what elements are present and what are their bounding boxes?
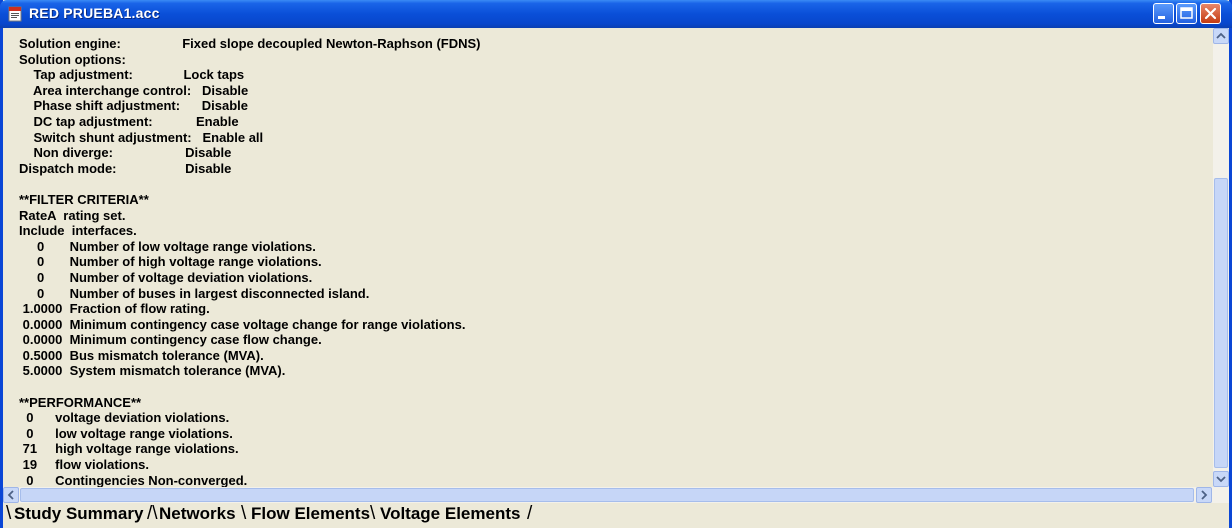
document-icon[interactable] [7, 6, 23, 22]
report-line: 0 Number of high voltage range violation… [19, 254, 322, 270]
horizontal-scrollbar[interactable] [3, 487, 1229, 503]
report-line: Solution engine: Fixed slope decoupled N… [19, 36, 481, 51]
scroll-up-button[interactable] [1213, 28, 1229, 44]
report-line: Switch shunt adjustment: Enable all [19, 129, 264, 145]
report-line: Dispatch mode: Disable [19, 160, 232, 176]
report-line [19, 176, 481, 192]
scroll-right-button[interactable] [1196, 487, 1212, 503]
maximize-icon [1180, 7, 1193, 19]
report-line: Tap adjustment: Lock taps [19, 67, 245, 83]
maximize-button[interactable] [1176, 3, 1197, 24]
contingency-report-text: Solution engine: Fixed slope decoupled N… [19, 36, 481, 487]
tab-separator: / [527, 503, 533, 524]
report-line: DC tap adjustment: Enable [19, 113, 239, 129]
report-line: Area interchange control: Disable [19, 82, 249, 98]
tab-voltage-elements[interactable]: Voltage Elements [380, 504, 520, 524]
vertical-scrollbar[interactable] [1213, 28, 1229, 487]
tab-study-summary[interactable]: Study Summary [14, 504, 143, 524]
report-line [19, 379, 481, 395]
tab-networks[interactable]: Networks [159, 504, 236, 524]
report-line: 1.0000 Fraction of flow rating. [19, 301, 210, 317]
report-view[interactable]: Solution engine: Fixed slope decoupled N… [3, 28, 1213, 487]
report-line: 71 high voltage range violations. [19, 441, 239, 457]
tab-separator: \ [6, 503, 12, 524]
close-icon [1204, 7, 1217, 20]
report-line: 0 Number of voltage deviation violations… [19, 269, 313, 285]
sheet-tab-bar: \ Study Summary /\ Networks \ Flow Eleme… [3, 503, 1229, 528]
scroll-left-button[interactable] [3, 487, 19, 503]
report-line: 0.0000 Minimum contingency case flow cha… [19, 332, 322, 348]
window-title: RED PRUEBA1.acc [29, 5, 160, 21]
report-line: **FILTER CRITERIA** [19, 191, 149, 207]
report-line: 5.0000 System mismatch tolerance (MVA). [19, 363, 286, 379]
report-line: 0 Number of low voltage range violations… [19, 238, 316, 254]
report-line: 0.5000 Bus mismatch tolerance (MVA). [19, 347, 264, 363]
minimize-button[interactable] [1153, 3, 1174, 24]
report-line: 0 Number of buses in largest disconnecte… [19, 285, 370, 301]
report-line: 0 low voltage range violations. [19, 425, 233, 441]
vertical-scroll-thumb[interactable] [1214, 178, 1228, 468]
report-line: Non diverge: Disable [19, 145, 232, 161]
chevron-right-icon [1201, 490, 1208, 500]
report-line: Solution options: [19, 51, 126, 67]
tab-separator: /\ [147, 503, 158, 524]
chevron-up-icon [1216, 32, 1226, 39]
tab-separator: \ [370, 503, 376, 524]
tab-flow-elements[interactable]: Flow Elements [251, 504, 370, 524]
scroll-down-button[interactable] [1213, 471, 1229, 487]
report-line: 0 voltage deviation violations. [19, 410, 230, 426]
report-line: 0 Contingencies Non-converged. [19, 472, 248, 487]
chevron-left-icon [7, 490, 14, 500]
close-button[interactable] [1200, 3, 1221, 24]
tab-separator: \ [241, 503, 247, 524]
report-line: RateA rating set. [19, 207, 126, 223]
report-line: 19 flow violations. [19, 457, 150, 473]
report-line: 0.0000 Minimum contingency case voltage … [19, 316, 466, 332]
report-line: Phase shift adjustment: Disable [19, 98, 248, 114]
app-window: RED PRUEBA1.acc Solution engine: Fixed s… [0, 0, 1232, 528]
report-line: Include interfaces. [19, 223, 137, 239]
chevron-down-icon [1216, 476, 1226, 483]
title-bar[interactable]: RED PRUEBA1.acc [0, 0, 1232, 28]
minimize-icon [1158, 16, 1165, 19]
horizontal-scroll-thumb[interactable] [20, 488, 1194, 502]
report-line: **PERFORMANCE** [19, 394, 142, 410]
